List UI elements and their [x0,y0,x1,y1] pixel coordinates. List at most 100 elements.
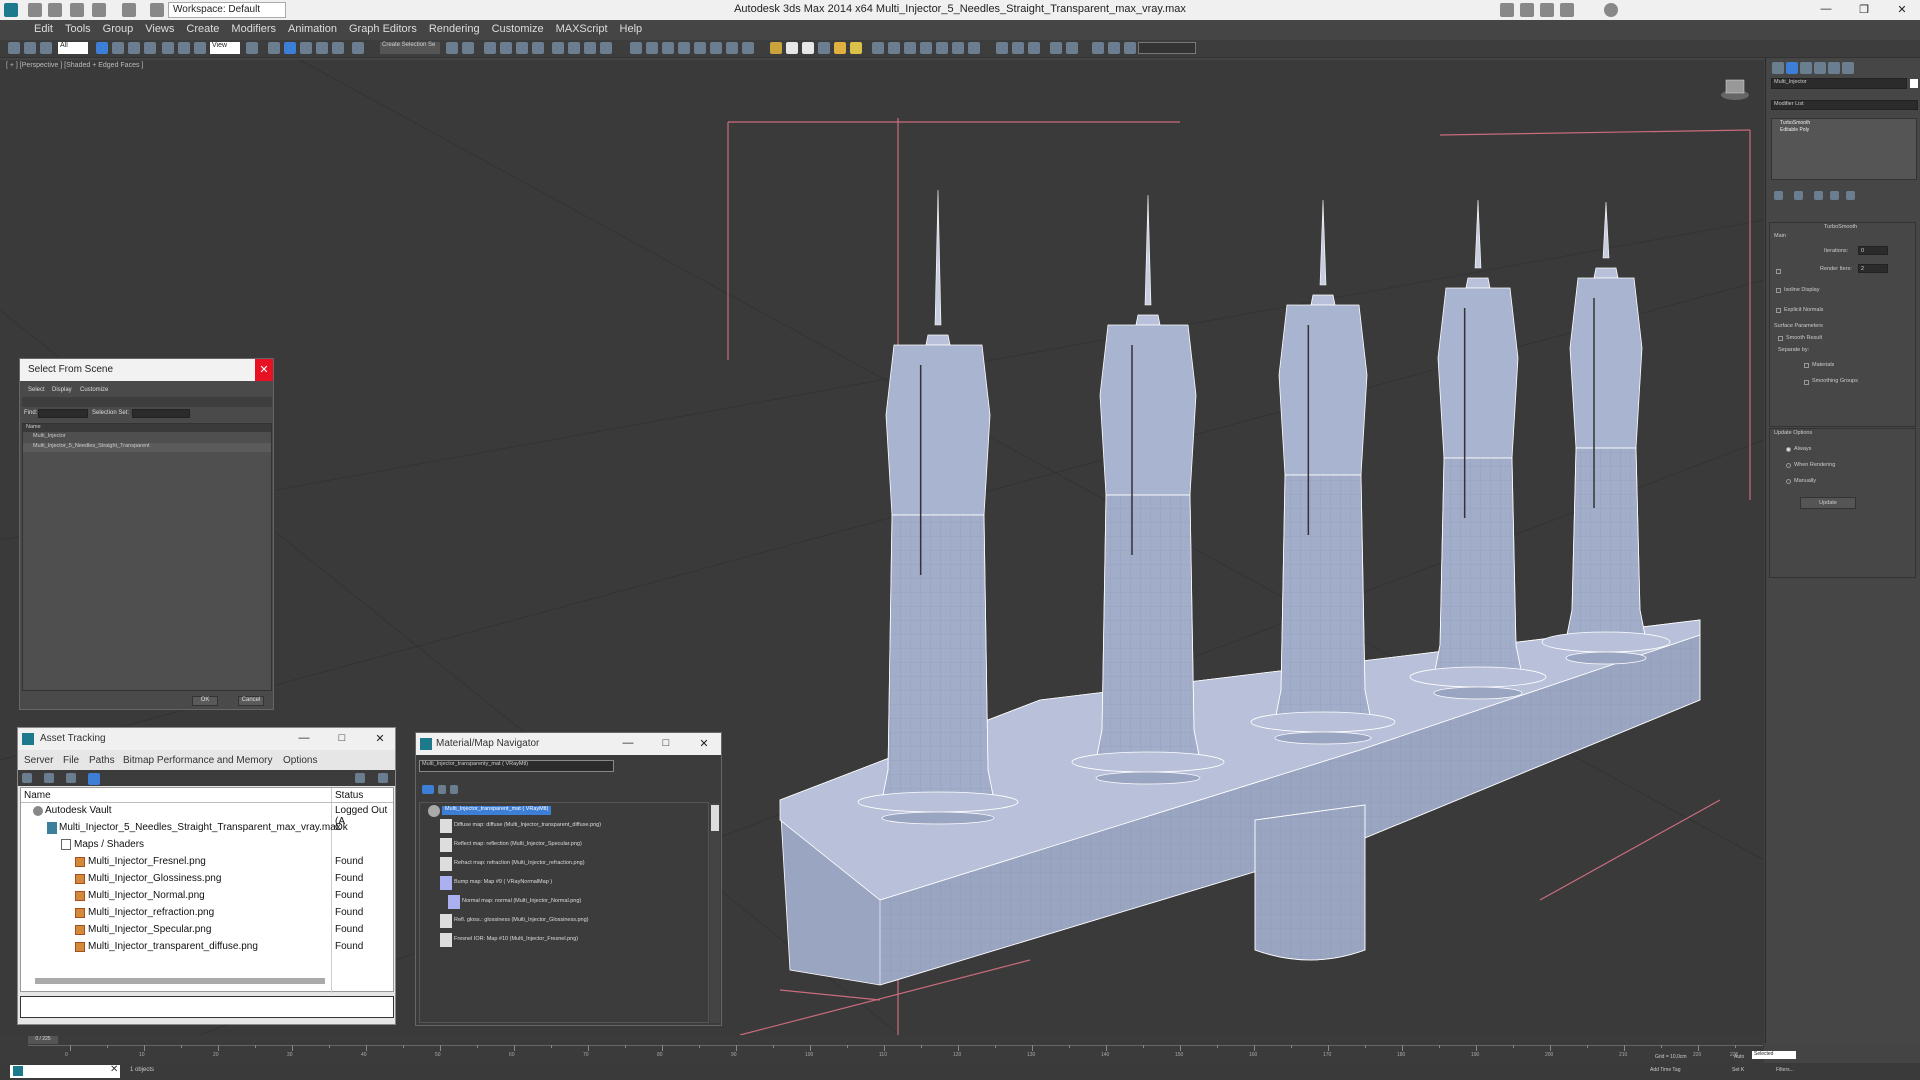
show-end-result-icon[interactable] [1794,191,1803,200]
vray-material-icon[interactable] [996,42,1008,54]
vray-fur-icon[interactable] [872,42,884,54]
search-icon[interactable] [1500,3,1514,17]
object-name-field[interactable]: Multi_Injector [1771,78,1907,89]
vray-ies-icon[interactable] [850,42,862,54]
list-header-name[interactable]: Name [23,424,271,432]
vray-toolbar-4-icon[interactable] [694,42,706,54]
asset-path-field[interactable] [20,996,394,1018]
menu-group[interactable]: Group [97,20,140,40]
restore-icon[interactable]: ❐ [1856,3,1872,17]
table-row[interactable]: Multi_Injector_Glossiness.png Found [21,872,393,887]
help-icon[interactable] [1604,3,1618,17]
view-large-icon[interactable] [450,785,458,794]
viewport-label[interactable]: [ + ] [Perspective ] [Shaded + Edged Fac… [6,62,143,69]
close-icon[interactable]: ✕ [1894,3,1910,17]
vray-toolbar-6-icon[interactable] [726,42,738,54]
extra-tool-5-icon[interactable] [1124,42,1136,54]
close-icon[interactable]: ✕ [110,1064,118,1075]
align-icon[interactable] [462,42,474,54]
maxscript-listener[interactable]: ✕ [10,1064,120,1078]
stack-item-editable-poly[interactable]: Editable Poly [1780,127,1809,133]
make-unique-icon[interactable] [1814,191,1823,200]
menu-create[interactable]: Create [180,20,225,40]
vertical-scrollbar[interactable] [710,803,720,1023]
vault-icon[interactable] [22,773,32,783]
edit-named-sel-icon[interactable] [352,42,364,54]
rendered-frame-icon[interactable] [584,42,596,54]
menu-customize[interactable]: Customize [486,20,550,40]
horizontal-scrollbar[interactable] [35,978,325,984]
vray-toolbar-5-icon[interactable] [710,42,722,54]
add-time-tag[interactable]: Add Time Tag [1650,1067,1680,1073]
smoothing-groups-checkbox[interactable] [1804,380,1809,385]
percent-snap-icon[interactable] [316,42,328,54]
motion-tab-icon[interactable] [1814,62,1826,74]
vray-options-icon[interactable] [1028,42,1040,54]
material-root[interactable]: Multi_Injector_transparent_mat ( VRayMtl… [442,806,552,815]
table-row[interactable]: Multi_Injector_transparent_diffuse.png F… [21,940,393,955]
object-color-swatch[interactable] [1910,79,1918,88]
menu-modifiers[interactable]: Modifiers [225,20,282,40]
asset-menu-options[interactable]: Options [283,755,317,766]
auto-key-button[interactable]: Auto [1734,1054,1744,1060]
list-item[interactable]: Refract map: refraction (Multi_Injector_… [454,860,585,870]
vray-toolbar-7-icon[interactable] [742,42,754,54]
extra-tool-1-icon[interactable] [1050,42,1062,54]
checkout-icon[interactable] [44,773,54,783]
window-crossing-icon[interactable] [144,42,156,54]
list-item[interactable]: Normal map: normal (Multi_Injector_Norma… [462,898,581,908]
frame-counter[interactable]: 0 / 225 [28,1036,58,1044]
vray-sun-icon[interactable] [834,42,846,54]
maximize-icon[interactable]: □ [658,737,674,751]
vray-light-icon[interactable] [770,42,782,54]
column-name[interactable]: Name [24,790,51,801]
star-icon[interactable] [1560,3,1574,17]
iterations-spinner[interactable]: 0 [1858,246,1888,255]
select-by-name-icon[interactable] [112,42,124,54]
materials-checkbox[interactable] [1804,363,1809,368]
modify-tab-icon[interactable] [1786,62,1798,74]
angle-snap-icon[interactable] [300,42,312,54]
close-icon[interactable]: ✕ [255,359,273,381]
mirror-icon[interactable] [446,42,458,54]
graphite-ribbon-icon[interactable] [500,42,512,54]
manually-radio[interactable] [1786,479,1791,484]
refresh-icon[interactable] [66,773,76,783]
table-row[interactable]: Autodesk Vault Logged Out (A [21,804,393,827]
material-name-field[interactable]: Multi_Injector_transparenty_mat ( VRayMt… [419,760,614,772]
close-icon[interactable]: ✕ [372,732,388,746]
pivot-center-icon[interactable] [246,42,258,54]
binoculars-icon[interactable] [1520,3,1534,17]
configure-sets-icon[interactable] [1846,191,1855,200]
list-item[interactable]: Reflect map: reflection (Multi_Injector_… [454,841,582,851]
find-input[interactable] [38,409,88,418]
time-slider[interactable]: 0 / 225 0 10 20 30 40 50 60 70 80 90 100 110 120 130 1… [0,1035,1764,1063]
menu-views[interactable]: Views [139,20,180,40]
list-view-icon[interactable] [88,773,100,785]
select-object-icon[interactable] [96,42,108,54]
settings-icon[interactable] [378,773,388,783]
help-icon[interactable] [355,773,365,783]
asset-menu-bitmap[interactable]: Bitmap Performance and Memory [123,755,273,766]
minimize-icon[interactable]: — [1818,3,1834,17]
list-item[interactable]: Multi_Injector [23,433,271,442]
table-row[interactable]: Multi_Injector_Fresnel.png Found [21,855,393,870]
vray-frame-buffer-icon[interactable] [630,42,642,54]
utilities-tab-icon[interactable] [1842,62,1854,74]
list-item[interactable]: Bump map: Map #9 ( VRayNormalMap ) [454,879,552,889]
asset-menu-paths[interactable]: Paths [89,755,115,766]
extra-tool-4-icon[interactable] [1108,42,1120,54]
menu-help[interactable]: Help [614,20,649,40]
display-tab-icon[interactable] [1828,62,1840,74]
column-status[interactable]: Status [335,790,363,801]
menu-tools[interactable]: Tools [59,20,97,40]
maximize-icon[interactable]: □ [334,732,350,746]
render-iters-spinner[interactable]: 2 [1858,264,1888,273]
bind-space-warp-icon[interactable] [40,42,52,54]
remove-modifier-icon[interactable] [1830,191,1839,200]
asset-menu-file[interactable]: File [63,755,79,766]
vray-physical-camera-icon[interactable] [904,42,916,54]
update-button[interactable]: Update [1800,497,1856,509]
render-iters-checkbox[interactable] [1776,269,1781,274]
vray-displacement-icon[interactable] [888,42,900,54]
